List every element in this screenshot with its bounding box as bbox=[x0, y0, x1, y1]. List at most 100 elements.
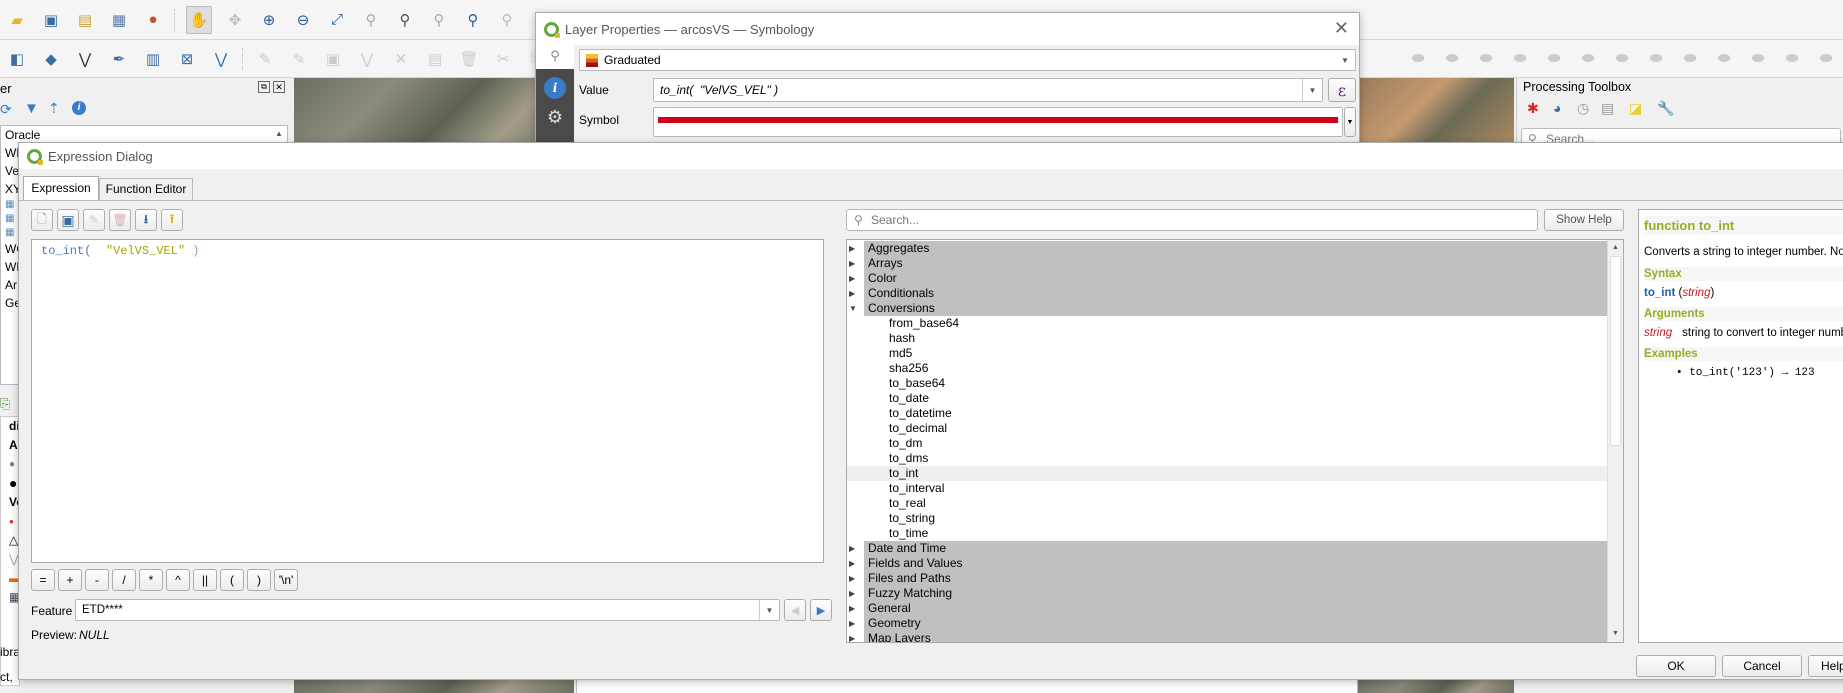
layout-manager-icon[interactable]: ▦ bbox=[108, 9, 130, 31]
expand-arrow-right-icon[interactable]: ▶ bbox=[849, 271, 855, 286]
models-icon[interactable]: ✱ bbox=[1527, 100, 1539, 117]
add-mesh-icon[interactable]: ⊠ bbox=[176, 48, 198, 70]
close-panel-icon[interactable]: ✕ bbox=[273, 81, 285, 93]
function-group[interactable]: ▶ Geometry bbox=[849, 616, 1607, 631]
pan-to-selection-icon[interactable]: ✥ bbox=[224, 9, 246, 31]
value-expression-field[interactable]: to_int( "VelVS_VEL" ) ▼ bbox=[653, 78, 1323, 102]
expand-arrow-right-icon[interactable]: ▶ bbox=[849, 616, 855, 631]
operator-button[interactable]: || bbox=[193, 569, 217, 591]
expand-arrow-right-icon[interactable]: ▶ bbox=[849, 631, 855, 642]
add-virtual-layer-icon[interactable]: ⋁ bbox=[210, 48, 232, 70]
search-icon[interactable]: ⚲ bbox=[536, 45, 574, 69]
edit-icon[interactable]: ✎ bbox=[83, 209, 105, 231]
map-canvas[interactable] bbox=[294, 678, 574, 693]
function-item[interactable]: to_base64 bbox=[847, 376, 1607, 391]
operator-button[interactable]: ^ bbox=[166, 569, 190, 591]
digitizing-shape-icon[interactable]: ⬬ bbox=[1815, 48, 1837, 70]
function-item[interactable]: md5 bbox=[847, 346, 1607, 361]
function-item[interactable]: to_int bbox=[847, 466, 1607, 481]
function-group[interactable]: ▶ Files and Paths bbox=[849, 571, 1607, 586]
digitizing-shape-icon[interactable]: ⬬ bbox=[1747, 48, 1769, 70]
edit-pencil-icon[interactable]: ✎ bbox=[254, 48, 276, 70]
function-item[interactable]: to_date bbox=[847, 391, 1607, 406]
edit-features-in-place-icon[interactable]: ◪ bbox=[1629, 100, 1642, 117]
new-print-layout-icon[interactable]: ▤ bbox=[74, 9, 96, 31]
pan-hand-icon[interactable]: ✋ bbox=[186, 5, 212, 34]
map-canvas[interactable] bbox=[1358, 678, 1514, 693]
renderer-type-select[interactable]: Graduated ▼ bbox=[579, 49, 1356, 71]
float-panel-icon[interactable]: ⧉ bbox=[258, 81, 270, 93]
function-item[interactable]: to_decimal bbox=[847, 421, 1607, 436]
function-item[interactable]: to_dm bbox=[847, 436, 1607, 451]
function-group[interactable]: ▶ Fields and Values bbox=[849, 556, 1607, 571]
digitizing-shape-icon[interactable]: ⬬ bbox=[1543, 48, 1565, 70]
refresh-icon[interactable]: ⟳ bbox=[0, 101, 12, 118]
tab-expression[interactable]: Expression bbox=[23, 176, 99, 200]
chevron-down-icon[interactable]: ▼ bbox=[1302, 79, 1322, 101]
scroll-up-icon[interactable]: ▲ bbox=[1608, 240, 1623, 256]
digitizing-shape-icon[interactable]: ⬬ bbox=[1611, 48, 1633, 70]
function-item[interactable]: to_datetime bbox=[847, 406, 1607, 421]
expand-arrow-right-icon[interactable]: ▶ bbox=[849, 556, 855, 571]
add-raster-icon[interactable]: ▥ bbox=[142, 48, 164, 70]
function-search-input[interactable]: ⚲ Search... bbox=[846, 209, 1538, 231]
digitizing-shape-icon[interactable]: ⬬ bbox=[1407, 48, 1429, 70]
info-icon[interactable]: i bbox=[72, 101, 86, 115]
function-item[interactable]: from_base64 bbox=[847, 316, 1607, 331]
operator-button[interactable]: - bbox=[85, 569, 109, 591]
expand-arrow-right-icon[interactable]: ▶ bbox=[849, 256, 855, 271]
expression-epsilon-button[interactable]: ε bbox=[1328, 78, 1356, 102]
function-item[interactable]: to_interval bbox=[847, 481, 1607, 496]
function-item[interactable]: to_real bbox=[847, 496, 1607, 511]
new-file-icon[interactable]: 🗋 bbox=[31, 209, 53, 231]
python-icon[interactable]: ◕ bbox=[1553, 100, 1561, 116]
expand-arrow-right-icon[interactable]: ▶ bbox=[849, 601, 855, 616]
vertex-tool-icon[interactable]: ⋁ bbox=[356, 48, 378, 70]
digitizing-shape-icon[interactable]: ⬬ bbox=[1475, 48, 1497, 70]
expand-arrow-right-icon[interactable]: ▶ bbox=[849, 286, 855, 301]
feature-select[interactable]: ETD**** ▼ bbox=[75, 599, 780, 621]
function-item[interactable]: hash bbox=[847, 331, 1607, 346]
zoom-next-icon[interactable]: ⚲ bbox=[496, 9, 518, 31]
function-group[interactable]: ▶ Fuzzy Matching bbox=[849, 586, 1607, 601]
expand-arrow-right-icon[interactable]: ▶ bbox=[849, 571, 855, 586]
operator-button[interactable]: / bbox=[112, 569, 136, 591]
zoom-out-icon[interactable]: ⊖ bbox=[292, 9, 314, 31]
expand-arrow-down-icon[interactable]: ▼ bbox=[849, 301, 857, 316]
previous-feature-button[interactable]: ◀ bbox=[784, 599, 806, 621]
zoom-to-selection-icon[interactable]: ⚲ bbox=[360, 9, 382, 31]
digitizing-shape-icon[interactable]: ⬬ bbox=[1441, 48, 1463, 70]
collapse-all-icon[interactable]: ⇡ bbox=[48, 100, 60, 117]
digitizing-shape-icon[interactable]: ⬬ bbox=[1679, 48, 1701, 70]
function-tree[interactable]: ▶ Aggregates ▶ Arrays ▶ Color ▶ Conditionals ▼ Co… bbox=[846, 239, 1624, 643]
ok-button[interactable]: OK bbox=[1636, 655, 1716, 677]
operator-button[interactable]: ) bbox=[247, 569, 271, 591]
function-item[interactable]: to_time bbox=[847, 526, 1607, 541]
tree-scrollbar[interactable]: ▲ ▼ bbox=[1607, 240, 1623, 642]
save-edits-icon[interactable]: ▣ bbox=[322, 48, 344, 70]
function-group[interactable]: ▶ Conditionals bbox=[849, 286, 1607, 301]
filter-icon[interactable]: ▼ bbox=[24, 100, 39, 117]
import-icon[interactable]: ⭳ bbox=[135, 209, 157, 231]
close-icon[interactable]: ✕ bbox=[1334, 18, 1349, 39]
scroll-up-icon[interactable]: ▲ bbox=[271, 126, 287, 142]
function-group[interactable]: ▶ Date and Time bbox=[849, 541, 1607, 556]
expand-arrow-right-icon[interactable]: ▶ bbox=[849, 586, 855, 601]
tab-function-editor[interactable]: Function Editor bbox=[99, 178, 193, 200]
modify-attributes-icon[interactable]: ✕ bbox=[390, 48, 412, 70]
expression-editor[interactable]: to_int( "VelVS_VEL" ) bbox=[31, 239, 824, 563]
function-group[interactable]: ▶ General bbox=[849, 601, 1607, 616]
digitizing-shape-icon[interactable]: ⬬ bbox=[1713, 48, 1735, 70]
map-canvas[interactable] bbox=[294, 78, 574, 148]
next-feature-button[interactable]: ▶ bbox=[810, 599, 832, 621]
scroll-down-icon[interactable]: ▼ bbox=[1608, 626, 1623, 642]
scrollbar-thumb[interactable] bbox=[1610, 256, 1621, 446]
add-vector-icon[interactable]: ⋁ bbox=[74, 48, 96, 70]
save-project-icon[interactable]: ▣ bbox=[40, 9, 62, 31]
source-settings-icon[interactable]: ⚙ bbox=[536, 107, 574, 128]
digitizing-shape-icon[interactable]: ⬬ bbox=[1645, 48, 1667, 70]
attribute-table-edit-icon[interactable]: ▤ bbox=[424, 48, 446, 70]
help-button[interactable]: Help bbox=[1808, 655, 1843, 677]
open-folder-icon[interactable]: ▰ bbox=[6, 9, 28, 31]
function-group[interactable]: ▼ Conversions bbox=[849, 301, 1607, 316]
